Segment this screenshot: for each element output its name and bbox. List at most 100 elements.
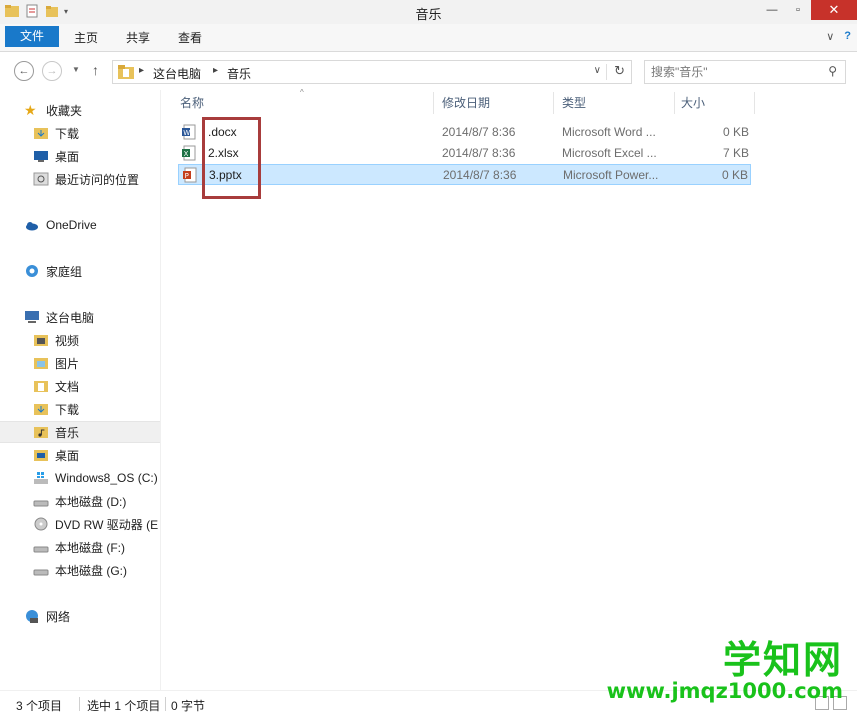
tab-share[interactable]: 共享 — [114, 27, 162, 50]
sidebar-item-label: 音乐 — [55, 425, 80, 440]
address-dropdown-icon[interactable]: ∨ — [594, 65, 601, 76]
sidebar-item-homegroup[interactable]: 家庭组 — [0, 260, 160, 282]
up-button[interactable]: ↑ — [92, 62, 99, 78]
column-header-size[interactable]: 大小 — [681, 90, 705, 116]
column-divider[interactable] — [754, 92, 755, 114]
search-icon[interactable]: ⚲ — [828, 64, 837, 78]
desktop-icon — [34, 151, 48, 162]
file-type: Microsoft Word ... — [562, 125, 656, 139]
column-divider[interactable] — [674, 92, 675, 114]
breadcrumb-this-pc[interactable]: 这台电脑 — [153, 65, 201, 82]
help-icon[interactable]: ? — [844, 30, 851, 43]
sidebar-item-documents[interactable]: 文档 — [0, 375, 160, 397]
computer-icon — [25, 311, 39, 323]
search-box[interactable]: ⚲ — [644, 60, 846, 84]
network-icon — [26, 610, 38, 623]
svg-text:P: P — [185, 172, 189, 180]
file-date: 2014/8/7 8:36 — [443, 168, 517, 182]
sidebar-item-onedrive[interactable]: OneDrive — [0, 214, 160, 236]
large-icons-view-icon[interactable] — [833, 696, 847, 710]
title-bar: ▾ 音乐 — ▫ ✕ — [0, 0, 857, 24]
sidebar-item-downloads[interactable]: 下载 — [0, 122, 160, 144]
hard-drive-icon — [33, 546, 49, 553]
file-row[interactable]: X 2.xlsx 2014/8/7 8:36 Microsoft Excel .… — [178, 143, 751, 164]
sidebar-item-network[interactable]: 网络 — [0, 605, 160, 627]
file-size: 7 KB — [722, 146, 749, 160]
column-header-type[interactable]: 类型 — [562, 90, 586, 116]
window-controls: — ▫ ✕ — [759, 0, 857, 20]
address-row: ← → ▼ ↑ ▸ 这台电脑 ▸ 音乐 ∨ ↻ ⚲ — [0, 52, 857, 90]
sidebar-item-this-pc[interactable]: 这台电脑 — [0, 306, 160, 328]
column-divider[interactable] — [553, 92, 554, 114]
tab-home[interactable]: 主页 — [62, 27, 110, 50]
status-item-count: 3 个项目 — [16, 699, 63, 713]
breadcrumb-separator-icon[interactable]: ▸ — [139, 65, 144, 76]
sidebar-item-label: 本地磁盘 (D:) — [55, 494, 127, 509]
downloads-folder-icon — [34, 128, 48, 139]
breadcrumb-separator-icon[interactable]: ▸ — [213, 65, 218, 76]
documents-folder-icon — [34, 381, 48, 392]
status-bar: 3 个项目 选中 1 个项目 0 字节 — [0, 690, 857, 716]
sidebar-item-label: 下载 — [55, 126, 80, 141]
file-row-selected[interactable]: P 3.pptx 2014/8/7 8:36 Microsoft Power..… — [178, 164, 751, 185]
homegroup-icon — [26, 265, 38, 277]
file-name: 2.xlsx — [208, 146, 239, 160]
pictures-folder-icon — [34, 358, 48, 369]
word-doc-icon: W — [182, 124, 196, 140]
file-date: 2014/8/7 8:36 — [442, 146, 516, 160]
file-type: Microsoft Power... — [563, 168, 659, 182]
minimize-button[interactable]: — — [759, 0, 785, 20]
sidebar-item-drive-f[interactable]: 本地磁盘 (F:) — [0, 536, 160, 558]
status-divider — [79, 697, 80, 711]
sidebar-item-label: 下载 — [55, 402, 80, 417]
column-header-name[interactable]: 名称 — [180, 90, 204, 116]
recent-locations-dropdown-icon[interactable]: ▼ — [72, 65, 80, 74]
address-bar[interactable]: ▸ 这台电脑 ▸ 音乐 ∨ ↻ — [112, 60, 632, 84]
ribbon-tabs: 文件 主页 共享 查看 ∨ ? — [0, 24, 857, 52]
sidebar-item-label: 文档 — [55, 379, 80, 394]
excel-doc-icon: X — [182, 145, 196, 161]
music-folder-icon — [118, 65, 134, 79]
music-folder-icon — [34, 427, 48, 438]
tab-view[interactable]: 查看 — [166, 27, 214, 50]
sidebar-item-pictures[interactable]: 图片 — [0, 352, 160, 374]
details-view-icon[interactable] — [815, 696, 829, 710]
file-list-pane: ^ 名称 修改日期 类型 大小 W .docx 2014/8/7 8:36 Mi… — [162, 88, 857, 690]
sidebar-item-videos[interactable]: 视频 — [0, 329, 160, 351]
forward-button[interactable]: → — [42, 61, 62, 81]
sidebar-item-drive-e[interactable]: DVD RW 驱动器 (E — [0, 513, 160, 535]
svg-text:W: W — [183, 129, 190, 137]
maximize-button[interactable]: ▫ — [785, 0, 811, 20]
sidebar-item-label: Windows8_OS (C:) — [55, 471, 158, 485]
status-selected-size: 0 字节 — [171, 699, 206, 713]
star-icon: ★ — [24, 102, 37, 118]
back-button[interactable]: ← — [14, 61, 34, 81]
search-input[interactable] — [651, 64, 821, 80]
dvd-drive-icon — [34, 517, 48, 531]
sidebar-item-recent[interactable]: 最近访问的位置 — [0, 168, 160, 190]
file-row[interactable]: W .docx 2014/8/7 8:36 Microsoft Word ...… — [178, 122, 751, 143]
status-selected-count: 选中 1 个项目 — [87, 699, 161, 713]
column-header-date[interactable]: 修改日期 — [442, 90, 490, 116]
refresh-icon[interactable]: ↻ — [614, 63, 625, 79]
sidebar-item-drive-g[interactable]: 本地磁盘 (G:) — [0, 559, 160, 581]
ribbon-expand-icon[interactable]: ∨ — [826, 30, 834, 43]
sidebar-item-label: OneDrive — [46, 218, 97, 232]
sidebar-item-desktop-pc[interactable]: 桌面 — [0, 444, 160, 466]
sidebar-item-music[interactable]: 音乐 — [0, 421, 160, 443]
file-size: 0 KB — [721, 168, 748, 182]
sidebar-item-drive-d[interactable]: 本地磁盘 (D:) — [0, 490, 160, 512]
downloads-folder-icon — [34, 404, 48, 415]
breadcrumb-music[interactable]: 音乐 — [227, 65, 251, 82]
sidebar-item-drive-c[interactable]: Windows8_OS (C:) — [0, 467, 160, 489]
sidebar-item-favorites[interactable]: ★ 收藏夹 — [0, 99, 160, 121]
sidebar-item-downloads-pc[interactable]: 下载 — [0, 398, 160, 420]
tab-file[interactable]: 文件 — [5, 26, 60, 47]
column-divider[interactable] — [433, 92, 434, 114]
close-button[interactable]: ✕ — [811, 0, 857, 20]
sidebar-item-label: 收藏夹 — [46, 103, 83, 118]
hard-drive-icon — [33, 500, 49, 507]
sort-ascending-icon: ^ — [300, 88, 304, 97]
status-divider — [165, 697, 166, 711]
sidebar-item-desktop[interactable]: 桌面 — [0, 145, 160, 167]
